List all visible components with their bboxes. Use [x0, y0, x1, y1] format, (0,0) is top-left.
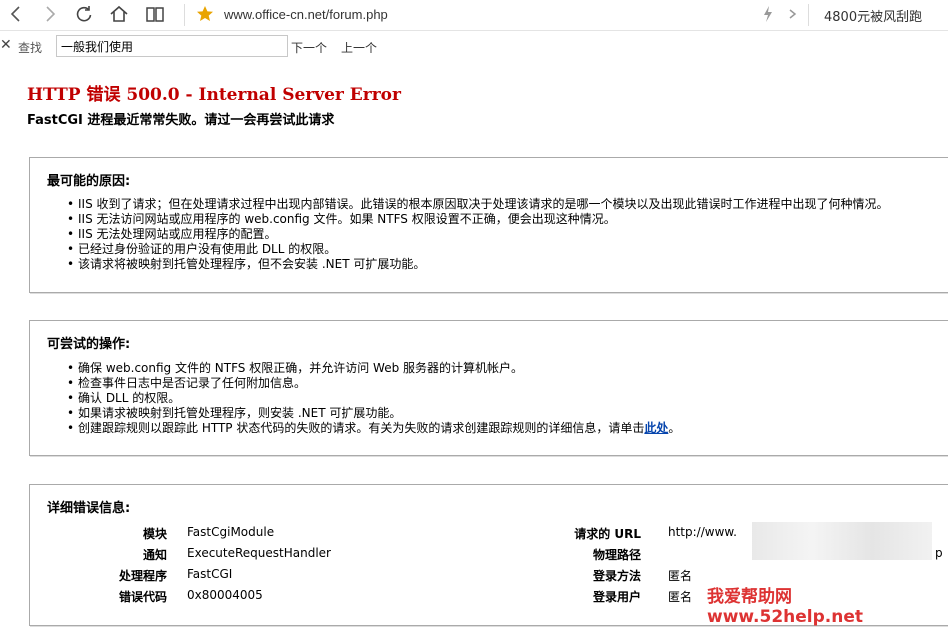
detail-label-handler: 处理程序 — [118, 569, 167, 583]
actions-heading: 可尝试的操作: — [47, 337, 131, 352]
detail-value-handler: FastCGI — [187, 567, 233, 581]
detail-label-logon-method: 登录方法 — [592, 569, 641, 583]
favorite-star-icon[interactable] — [195, 4, 215, 24]
refresh-icon[interactable] — [74, 4, 94, 24]
home-icon[interactable] — [108, 4, 130, 24]
detail-value-physical-path: p — [935, 546, 943, 560]
chevron-right-icon[interactable] — [786, 4, 800, 24]
list-item: 确认 DLL 的权限。 — [67, 391, 680, 406]
list-item: 如果请求被映射到托管处理程序，则安装 .NET 可扩展功能。 — [67, 406, 680, 421]
reader-icon[interactable] — [144, 4, 166, 24]
lightning-icon[interactable] — [760, 4, 776, 24]
causes-panel: 最可能的原因: IIS 收到了请求；但在处理请求过程中出现内部错误。此错误的根本… — [29, 157, 948, 293]
detail-label-module: 模块 — [142, 527, 167, 541]
close-icon[interactable]: ✕ — [0, 37, 12, 53]
find-input[interactable] — [56, 35, 288, 57]
list-item: IIS 收到了请求；但在处理请求过程中出现内部错误。此错误的根本原因取决于处理该… — [67, 197, 889, 212]
find-bar: ✕ 查找 下一个 上一个 — [0, 31, 948, 61]
list-item: 确保 web.config 文件的 NTFS 权限正确，并允许访问 Web 服务… — [67, 361, 680, 376]
detail-value-error-code: 0x80004005 — [187, 588, 263, 602]
detail-label-error-code: 错误代码 — [118, 590, 167, 604]
news-ticker-link[interactable]: 4800元被风刮跑 — [824, 6, 922, 25]
error-subtitle: FastCGI 进程最近常常失败。请过一会再尝试此请求 — [27, 113, 335, 128]
detail-value-notification: ExecuteRequestHandler — [187, 546, 331, 560]
list-item: IIS 无法处理网站或应用程序的配置。 — [67, 227, 889, 242]
back-icon[interactable] — [6, 4, 26, 24]
list-item: 已经过身份验证的用户没有使用此 DLL 的权限。 — [67, 242, 889, 257]
detail-value-module: FastCgiModule — [187, 525, 275, 539]
find-prev-button[interactable]: 上一个 — [341, 39, 377, 56]
list-item: 该请求将被映射到托管处理程序，但不会安装 .NET 可扩展功能。 — [67, 257, 889, 272]
actions-panel: 可尝试的操作: 确保 web.config 文件的 NTFS 权限正确，并允许访… — [29, 320, 948, 456]
detail-label-notification: 通知 — [142, 548, 167, 562]
detail-label-request-url: 请求的 URL — [574, 527, 641, 541]
error-title: HTTP 错误 500.0 - Internal Server Error — [27, 85, 401, 105]
browser-toolbar: www.office-cn.net/forum.php 4800元被风刮跑 — [0, 0, 948, 31]
detail-label-logon-user: 登录用户 — [592, 590, 641, 604]
causes-list: IIS 收到了请求；但在处理请求过程中出现内部错误。此错误的根本原因取决于处理该… — [67, 197, 889, 272]
find-next-button[interactable]: 下一个 — [291, 39, 327, 56]
detail-value-request-url: http://www. — [668, 525, 737, 539]
redaction-blur — [752, 522, 932, 560]
list-item-suffix: 。 — [668, 421, 681, 435]
list-item: 检查事件日志中是否记录了任何附加信息。 — [67, 376, 680, 391]
detail-label-physical-path: 物理路径 — [592, 548, 641, 562]
forward-icon[interactable] — [40, 4, 60, 24]
find-label: 查找 — [18, 41, 43, 55]
list-item: 创建跟踪规则以跟踪此 HTTP 状态代码的失败的请求。有关为失败的请求创建跟踪规… — [67, 421, 681, 436]
detail-value-logon-user: 匿名 — [668, 590, 693, 604]
watermark: 我爱帮助网 www.52help.net — [707, 587, 863, 627]
list-item-text: 创建跟踪规则以跟踪此 HTTP 状态代码的失败的请求。有关为失败的请求创建跟踪规… — [78, 421, 645, 435]
address-bar[interactable]: www.office-cn.net/forum.php — [224, 7, 388, 22]
here-link[interactable]: 此处 — [644, 421, 668, 435]
list-item: IIS 无法访问网站或应用程序的 web.config 文件。如果 NTFS 权… — [67, 212, 889, 227]
actions-list: 确保 web.config 文件的 NTFS 权限正确，并允许访问 Web 服务… — [67, 361, 681, 436]
causes-heading: 最可能的原因: — [47, 174, 131, 189]
detail-value-logon-method: 匿名 — [668, 569, 693, 583]
details-heading: 详细错误信息: — [47, 501, 131, 516]
